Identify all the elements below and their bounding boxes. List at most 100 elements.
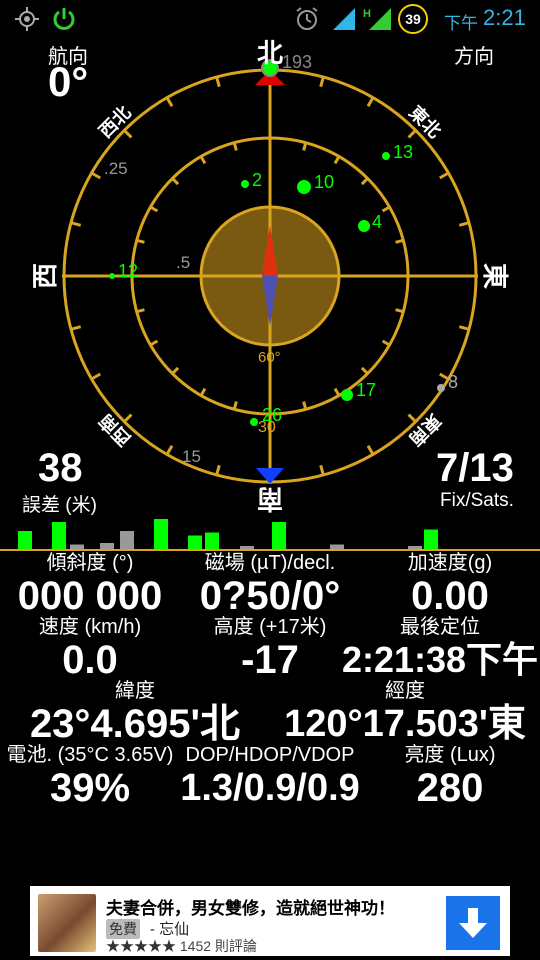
satellite-26: 26: [250, 405, 282, 426]
battery-icon: 39: [398, 4, 428, 34]
brightness-value: 280: [416, 766, 484, 810]
compass-tick: [90, 171, 102, 180]
battery-value: 39%: [49, 766, 131, 810]
magnetic-metric: 磁場 (µT)/decl. 0?50/0°: [180, 552, 360, 618]
signal-bar: [205, 532, 219, 549]
signal-icon: [333, 8, 355, 30]
dop-value: 1.3/0.9/0.9: [180, 767, 360, 809]
magnetic-value: 0?50/0°: [199, 574, 341, 618]
satellite-label-193: 193: [282, 52, 312, 72]
latitude-metric: 緯度 23°4.695'北: [0, 680, 270, 746]
ad-app-icon[interactable]: [38, 894, 96, 952]
dop-metric: DOP/HDOP/VDOP 1.3/0.9/0.9: [160, 744, 380, 810]
longitude-value: 120°17.503'東: [284, 703, 526, 745]
satellite-2: 2: [241, 170, 262, 190]
altitude-value: -17: [241, 638, 299, 682]
speed-value: 0.0: [62, 638, 118, 682]
compass-tick: [123, 413, 133, 423]
compass-tick: [360, 177, 369, 186]
compass-tick: [458, 221, 470, 227]
east-label: 東: [480, 263, 510, 289]
signal-bar: [272, 522, 286, 549]
compass-tick: [333, 155, 341, 165]
ad-rating: ★★★★★ 1452 則評論: [106, 936, 257, 956]
south-label: 南: [257, 484, 283, 514]
compass-tick: [232, 142, 238, 151]
compass-tick: [319, 464, 325, 476]
signal-bar: [240, 546, 254, 549]
accel-label: 加速度(g): [407, 552, 493, 574]
compass-tick: [438, 171, 450, 180]
battery-label: 電池. (35°C 3.65V): [6, 744, 174, 766]
compass-tick: [333, 387, 341, 397]
satellite-10: 10: [297, 172, 334, 194]
ad-title[interactable]: 夫妻合併，男女雙修，造就絕世神功！: [106, 894, 395, 919]
tilt-label: 傾斜度 (°): [46, 552, 134, 574]
fix-label: Fix/Sats.: [440, 490, 514, 511]
compass-tick: [149, 205, 159, 213]
download-arrow-icon: [459, 908, 487, 938]
compass-tick: [70, 221, 82, 227]
accel-value: 0.00: [411, 574, 489, 618]
dop-label: DOP/HDOP/VDOP: [185, 744, 355, 766]
last-fix-label: 最後定位: [400, 616, 480, 638]
accel-metric: 加速度(g) 0.00: [360, 552, 540, 618]
ring-label-25: .25: [104, 159, 128, 178]
compass-tick: [319, 76, 325, 88]
satellite-label: 2: [252, 170, 262, 190]
longitude-label: 經度: [385, 680, 425, 702]
satellite-label: 26: [262, 405, 282, 425]
signal-bar: [100, 543, 114, 549]
altitude-label: 高度 (+17米): [213, 616, 327, 638]
tilt-metric: 傾斜度 (°) 000 000: [0, 552, 180, 618]
compass-tick: [395, 238, 404, 244]
compass-tick: [123, 129, 133, 139]
battery-metric: 電池. (35°C 3.65V) 39%: [0, 744, 180, 810]
compass-tick: [458, 325, 470, 331]
satellite-label: 12: [118, 261, 138, 281]
error-value: 38: [38, 446, 83, 490]
satellite-12: 12: [109, 261, 138, 281]
last-fix-value: 2:21:38下午: [341, 639, 539, 680]
signal-h-icon: H: [363, 8, 391, 30]
compass-tick: [366, 444, 375, 456]
last-fix-metric: 最後定位 2:21:38下午: [340, 616, 540, 682]
longitude-metric: 經度 120°17.503'東: [270, 680, 540, 746]
error-label: 誤差 (米): [22, 495, 97, 516]
compass-tick: [302, 142, 308, 151]
compass-tick: [171, 366, 180, 375]
latitude-label: 緯度: [115, 680, 155, 702]
signal-bar: [188, 535, 202, 549]
compass-tick: [360, 366, 369, 375]
speed-metric: 速度 (km/h) 0.0: [0, 616, 180, 682]
compass-tick: [149, 339, 159, 347]
ad-banner[interactable]: 夫妻合併，男女雙修，造就絕世神功！ 免費 - 忘仙 ★★★★★ 1452 則評論: [30, 886, 510, 956]
satellite-4: 4: [358, 212, 382, 232]
compass-tick: [215, 76, 221, 88]
power-icon: [53, 8, 75, 30]
signal-bar: [18, 531, 32, 549]
satellite-label: 13: [393, 142, 413, 162]
ad-download-button[interactable]: [446, 896, 500, 950]
latitude-value: 23°4.695'北: [29, 702, 241, 746]
compass-tick: [366, 96, 375, 108]
gps-icon: [15, 7, 39, 31]
ring-label-15: 15: [182, 447, 201, 466]
compass-tick: [199, 155, 207, 165]
ring-label-5: .5: [176, 253, 190, 272]
signal-bar: [120, 531, 134, 549]
clock-ampm: 下午: [444, 14, 478, 33]
compass-tick: [302, 401, 308, 410]
compass-tick: [165, 444, 174, 456]
battery-level: 39: [405, 11, 421, 27]
brightness-metric: 亮度 (Lux) 280: [360, 744, 540, 810]
tilt-value: 000 000: [17, 574, 163, 618]
satellite-17: 17: [341, 380, 376, 401]
magnetic-label: 磁場 (µT)/decl.: [204, 552, 336, 574]
compass-tick: [395, 308, 404, 314]
compass-tick: [70, 325, 82, 331]
compass-tick: [199, 387, 207, 397]
clock: 2:21: [483, 5, 526, 30]
compass-tick: [407, 129, 417, 139]
compass-tick: [381, 205, 391, 213]
